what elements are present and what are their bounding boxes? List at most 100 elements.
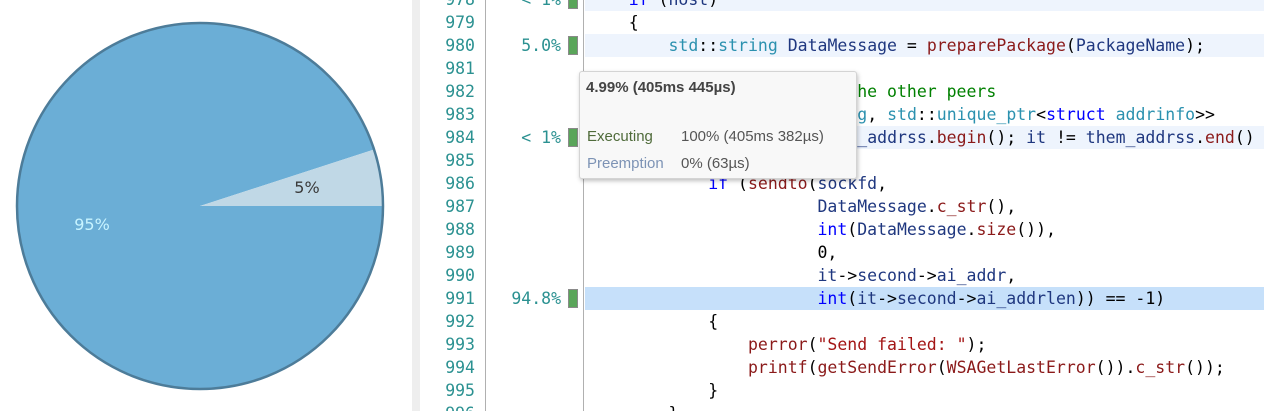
code-text[interactable]: std::string DataMessage = preparePackage…: [585, 34, 1264, 57]
code-text[interactable]: if (host): [585, 0, 1264, 11]
code-token: DataMessage: [787, 36, 897, 55]
line-number: 996: [420, 402, 475, 411]
code-line[interactable]: 993 perror("Send failed: ");: [420, 333, 1264, 356]
code-line[interactable]: 979 {: [420, 11, 1264, 34]
code-text[interactable]: int(it->second->ai_addrlen)) == -1): [585, 287, 1264, 310]
code-text[interactable]: int(DataMessage.size()),: [585, 218, 1264, 241]
code-token: .: [926, 128, 937, 147]
code-token: .: [1195, 128, 1206, 147]
hot-path-bar[interactable]: [568, 36, 578, 55]
code-text[interactable]: {: [585, 11, 1264, 34]
code-token: }: [589, 404, 678, 411]
code-line[interactable]: 978 if (host) < 1%: [420, 0, 1264, 11]
code-token: (),: [986, 197, 1017, 216]
cpu-percent[interactable]: 5.0%: [490, 34, 561, 57]
line-number: 990: [445, 266, 475, 285]
line-number: 993: [445, 335, 475, 354]
pie-label-95: 95%: [74, 215, 110, 234]
hot-path-bar[interactable]: [568, 289, 578, 308]
code-text[interactable]: printf(getSendError(WSAGetLastError()).c…: [585, 356, 1264, 379]
code-token: ();: [986, 128, 1027, 147]
code-token: ): [708, 0, 718, 9]
line-number: 986: [445, 174, 475, 193]
code-token: std: [887, 105, 917, 124]
pie-chart-panel: 5% 95%: [0, 0, 412, 411]
line-number: 987: [445, 197, 475, 216]
hot-path-bar[interactable]: [568, 128, 578, 147]
code-token: (: [649, 0, 669, 9]
code-token: unique_ptr: [936, 105, 1037, 124]
code-token: ->: [916, 266, 937, 285]
code-line[interactable]: 991 int(it->second->ai_addrlen)) == -1) 9…: [420, 287, 1264, 310]
code-line[interactable]: 992 {: [420, 310, 1264, 333]
code-token: struct: [1046, 105, 1106, 124]
line-number: 989: [445, 243, 475, 262]
code-token: int: [817, 289, 848, 308]
code-token: (: [847, 220, 858, 239]
code-text[interactable]: }: [585, 402, 1264, 411]
code-text[interactable]: 0,: [585, 241, 1264, 264]
code-token: WSAGetLastError: [946, 358, 1096, 377]
code-token: ,: [1006, 266, 1017, 285]
code-token: ->: [877, 289, 897, 308]
code-token: .: [966, 220, 977, 239]
code-editor[interactable]: 978 if (host)< 1%979 {980 std::string Da…: [420, 0, 1264, 411]
pie-slice-95[interactable]: [17, 23, 383, 390]
line-number: 985: [445, 151, 475, 170]
code-line[interactable]: 994 printf(getSendError(WSAGetLastError(…: [420, 356, 1264, 379]
executing-value: 100% (405ms 382µs): [681, 128, 824, 145]
cpu-percent[interactable]: 94.8%: [490, 287, 561, 310]
code-token: ::: [698, 36, 719, 55]
code-token: ai_addr: [936, 266, 1007, 285]
line-number: 983: [445, 105, 475, 124]
code-line[interactable]: 990 it->second->ai_addr,: [420, 264, 1264, 287]
code-text[interactable]: DataMessage.c_str(),: [585, 195, 1264, 218]
code-token: printf: [747, 358, 808, 377]
code-line[interactable]: 995 }: [420, 379, 1264, 402]
code-token: DataMessage: [857, 220, 967, 239]
code-token: ::: [916, 105, 937, 124]
code-token: {: [589, 312, 719, 331]
line-number: 979: [445, 13, 475, 32]
code-line[interactable]: 988 int(DataMessage.size()),: [420, 218, 1264, 241]
code-line[interactable]: 996 }: [420, 402, 1264, 411]
code-token: ,: [867, 105, 888, 124]
cpu-percent[interactable]: < 1%: [490, 126, 561, 149]
code-token: begin: [936, 128, 987, 147]
code-token: end: [1205, 128, 1235, 147]
code-token: std: [668, 36, 699, 55]
hot-path-bar[interactable]: [568, 0, 578, 9]
code-text[interactable]: perror("Send failed: ");: [585, 333, 1264, 356]
code-token: {: [589, 13, 639, 32]
pie-chart: 5% 95%: [15, 21, 385, 391]
code-token: )) == -1): [1075, 289, 1166, 308]
code-text[interactable]: it->second->ai_addr,: [585, 264, 1264, 287]
line-number: 992: [445, 312, 475, 331]
code-token: (: [936, 358, 947, 377]
preemption-label: Preemption: [587, 155, 664, 172]
code-token: (: [847, 289, 858, 308]
code-text[interactable]: }: [585, 379, 1264, 402]
code-line[interactable]: 987 DataMessage.c_str(),: [420, 195, 1264, 218]
code-token: (: [807, 358, 818, 377]
code-token: );: [1185, 36, 1205, 55]
code-token: ->: [956, 289, 977, 308]
code-text[interactable]: {: [585, 310, 1264, 333]
line-number: 988: [445, 220, 475, 239]
code-token: it: [857, 289, 878, 308]
cpu-percent[interactable]: < 1%: [490, 0, 561, 11]
code-token: int: [817, 220, 848, 239]
code-token: getSendError: [817, 358, 937, 377]
code-token: (: [1065, 36, 1076, 55]
code-token: preparePackage: [926, 36, 1066, 55]
code-token: if: [629, 0, 649, 9]
code-line[interactable]: 989 0,: [420, 241, 1264, 264]
code-line[interactable]: 980 std::string DataMessage = preparePac…: [420, 34, 1264, 57]
line-number: 982: [445, 82, 475, 101]
code-token: (): [1234, 128, 1255, 147]
code-token: ->: [837, 266, 858, 285]
